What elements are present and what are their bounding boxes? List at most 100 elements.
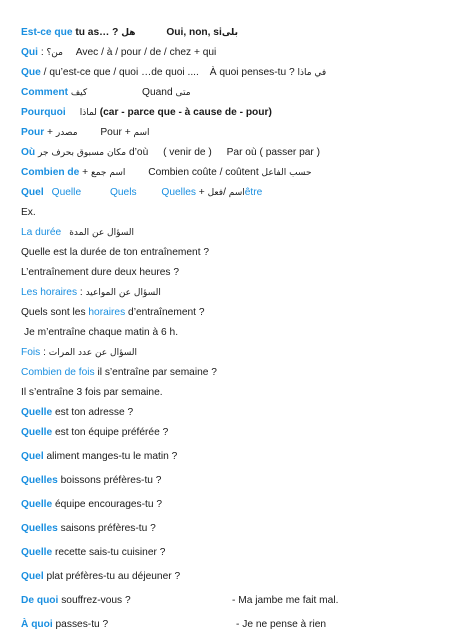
- text: tu as… ?: [72, 27, 122, 38]
- text: saisons préfères-tu ?: [57, 523, 156, 534]
- text: d’entraînement ?: [125, 307, 205, 318]
- arabic-text: اسم جمع: [90, 168, 126, 178]
- text: boissons préfères-tu ?: [57, 475, 162, 486]
- line-example: Quelle est ton équipe préférée ?: [21, 426, 168, 439]
- line-combien-de: Combien de + اسم جمع Combien coûte / coû…: [21, 166, 312, 180]
- keyword: horaires: [88, 307, 126, 318]
- arabic-text: هل: [121, 28, 136, 38]
- text: Par où ( passer par ): [226, 147, 321, 158]
- line-example: Combien de fois il s’entraîne par semain…: [21, 366, 217, 379]
- text: ( venir de ): [163, 147, 212, 158]
- arabic-text: لماذا: [79, 108, 97, 118]
- line-est-ce-que: Est-ce que tu as… ? هل Oui, non, siبلى: [21, 26, 238, 40]
- keyword: Combien de fois: [21, 367, 95, 378]
- line-example: Quelle recette sais-tu cuisiner ?: [21, 546, 165, 559]
- keyword: La durée: [21, 227, 62, 238]
- text: recette sais-tu cuisiner ?: [52, 547, 166, 558]
- answer-text: Oui, non, si: [166, 27, 222, 38]
- arabic-text: السؤال عن المدة: [69, 228, 135, 238]
- text: / qu’est-ce que / quoi …de quoi ....: [40, 67, 199, 78]
- line-fois: Fois : السؤال عن عدد المرات: [21, 346, 137, 360]
- text: souffrez-vous ?: [58, 595, 131, 606]
- line-example: Quel aliment manges-tu le matin ?: [21, 450, 177, 463]
- keyword: Les horaires: [21, 287, 78, 298]
- keyword: Pour: [21, 127, 45, 138]
- arabic-text: اسم: [228, 188, 245, 198]
- line-example: Quelle est la durée de ton entraînement …: [21, 246, 209, 259]
- line-example: Quelle est ton adresse ?: [21, 406, 133, 419]
- arabic-text: مكان مسبوق بحرف جر: [35, 148, 129, 158]
- line-answer: - Ma jambe me fait mal.: [232, 594, 338, 607]
- text: d’où: [128, 147, 149, 158]
- arabic-text: فعل: [207, 188, 224, 198]
- keyword: être: [244, 187, 263, 198]
- line-que: Que / qu’est-ce que / quoi …de quoi ....…: [21, 66, 326, 80]
- keyword: Quel: [21, 451, 44, 462]
- text: Pour +: [100, 127, 134, 138]
- arabic-text: اسم: [133, 128, 150, 138]
- line-example: Quelle équipe encourages-tu ?: [21, 498, 162, 511]
- keyword: Combien de: [21, 167, 80, 178]
- keyword: Quelles: [21, 523, 58, 534]
- keyword: Quelles: [21, 475, 58, 486]
- line-pourquoi: Pourquoi لماذا (car - parce que - à cause…: [21, 106, 272, 120]
- arabic-text: السؤال عن عدد المرات: [48, 348, 138, 358]
- text: À quoi penses-tu ?: [209, 67, 298, 78]
- line-example: Quelles saisons préfères-tu ?: [21, 522, 156, 535]
- line-example: Je m’entraîne chaque matin à 6 h.: [24, 326, 178, 339]
- text: passes-tu ?: [52, 619, 109, 630]
- text: :: [77, 287, 86, 298]
- line-example: L’entraînement dure deux heures ?: [21, 266, 179, 279]
- line-les-horaires: Les horaires : السؤال عن المواعيد: [21, 286, 161, 300]
- text: Ex.: [21, 207, 36, 218]
- arabic-text: من؟: [46, 48, 63, 58]
- keyword: Pourquoi: [21, 107, 66, 118]
- arabic-text: متى: [172, 88, 191, 98]
- answer-text: - Ma jambe me fait mal.: [232, 595, 339, 606]
- keyword: Quels: [109, 187, 137, 198]
- line-example: Il s’entraîne 3 fois par semaine.: [21, 386, 163, 399]
- text: Combien coûte / coûtent: [148, 167, 262, 178]
- keyword: De quoi: [21, 595, 59, 606]
- text: L’entraînement dure deux heures ?: [21, 267, 180, 278]
- keyword: Qui: [21, 47, 38, 58]
- keyword: À quoi: [21, 619, 53, 630]
- line-comment: Comment كيف Quand متى: [21, 86, 191, 100]
- arabic-text: السؤال عن المواعيد: [85, 288, 161, 298]
- text: Quelle est la durée de ton entraînement …: [21, 247, 210, 258]
- line-example: À quoi passes-tu ?: [21, 618, 108, 631]
- text: Quels sont les: [21, 307, 89, 318]
- keyword: Quelle: [51, 187, 82, 198]
- line-la-duree: La durée السؤال عن المدة: [21, 226, 134, 240]
- keyword: Que: [21, 67, 41, 78]
- arabic-text: مصدر: [55, 128, 78, 138]
- line-answer: - Je ne pense à rien: [236, 618, 326, 631]
- keyword: Quelles: [161, 187, 196, 198]
- line-example: Quel plat préfères-tu au déjeuner ?: [21, 570, 180, 583]
- text: il s’entraîne par semaine ?: [94, 367, 217, 378]
- keyword: Où: [21, 147, 36, 158]
- line-ou: Où مكان مسبوق بحرف جر d’où ( venir de ) …: [21, 146, 320, 160]
- text: Je m’entraîne chaque matin à 6 h.: [24, 327, 179, 338]
- text: Il s’entraîne 3 fois par semaine.: [21, 387, 163, 398]
- line-example: De quoi souffrez-vous ?: [21, 594, 131, 607]
- keyword: Quel: [21, 571, 44, 582]
- text: :: [40, 347, 49, 358]
- keyword: Quelle: [21, 547, 53, 558]
- line-example: Quels sont les horaires d’entraînement ?: [21, 306, 205, 319]
- arabic-text: بلى: [221, 28, 238, 38]
- text: aliment manges-tu le matin ?: [43, 451, 178, 462]
- line-qui: Qui : من؟ Avec / à / pour / de / chez + …: [21, 46, 216, 60]
- keyword: Quelle: [21, 499, 53, 510]
- text: +: [195, 187, 208, 198]
- keyword: Fois: [21, 347, 41, 358]
- line-ex: Ex.: [21, 206, 36, 219]
- line-quel: Quel Quelle Quels Quelles + اسم /فعل être: [21, 186, 262, 200]
- arabic-text: كيف: [67, 88, 88, 98]
- line-pour: Pour + مصدر Pour + اسم: [21, 126, 150, 140]
- keyword: Quel: [21, 187, 44, 198]
- keyword: Quelle: [21, 407, 53, 418]
- keyword: Comment: [21, 87, 68, 98]
- text: +: [44, 127, 56, 138]
- keyword: Est-ce que: [21, 27, 73, 38]
